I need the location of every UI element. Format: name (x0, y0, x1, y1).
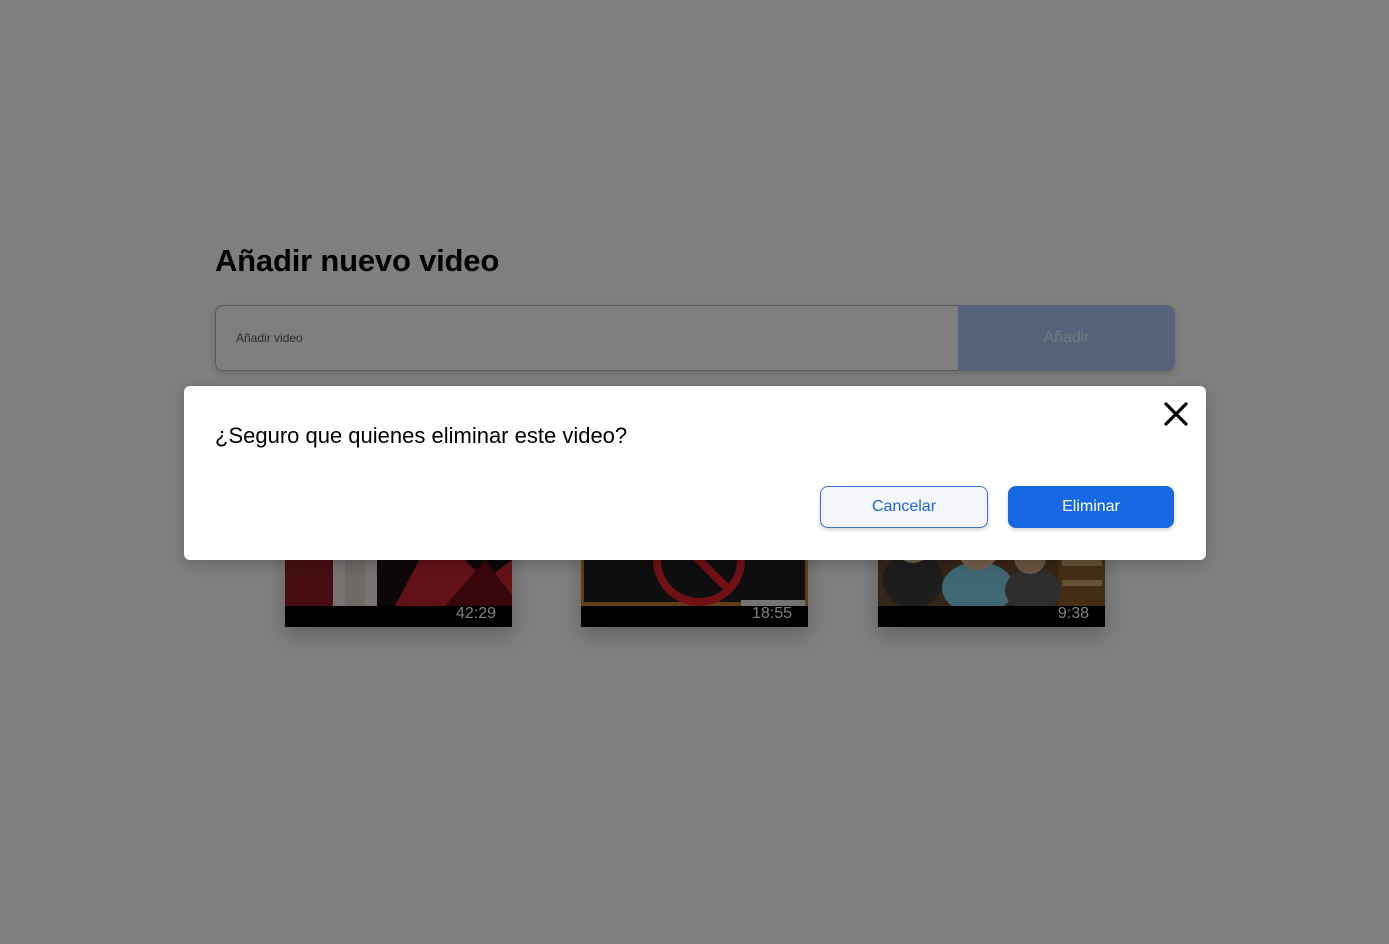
cancel-button[interactable]: Cancelar (820, 486, 988, 528)
delete-confirm-dialog: ¿Seguro que quienes eliminar este video?… (184, 386, 1206, 560)
close-icon (1164, 402, 1188, 426)
delete-button[interactable]: Eliminar (1008, 486, 1174, 528)
close-button[interactable] (1162, 400, 1190, 428)
dialog-message: ¿Seguro que quienes eliminar este video? (215, 423, 628, 448)
